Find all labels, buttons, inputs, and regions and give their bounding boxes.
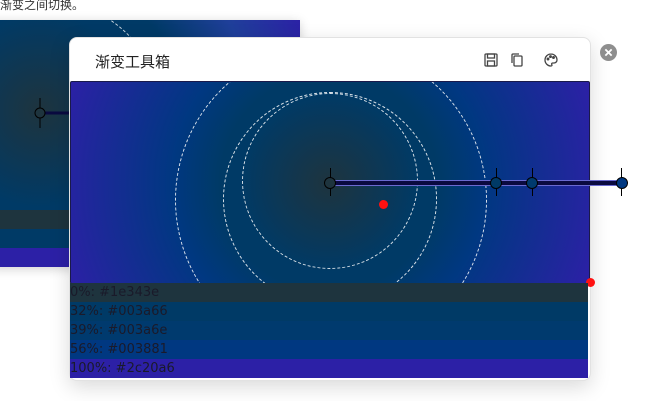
save-icon[interactable]	[482, 51, 500, 69]
stop-row[interactable]: 32%: #003a66	[70, 302, 588, 321]
screen: 渐变之间切换。 渐变工具箱 0%: #1e343e 32%: #003a66 3…	[0, 0, 664, 401]
dialog-toolbar	[482, 51, 560, 69]
stop-handle-32[interactable]	[490, 177, 502, 189]
stop-row[interactable]: 39%: #003a6e	[70, 321, 588, 340]
stop-handle-39[interactable]	[526, 177, 538, 189]
stop-row[interactable]: 100%: #2c20a6	[70, 359, 588, 378]
stop-row[interactable]: 56%: #003881	[70, 340, 588, 359]
close-icon[interactable]	[600, 44, 617, 61]
center-marker[interactable]	[379, 200, 388, 209]
stop-row[interactable]: 0%: #1e343e	[70, 283, 588, 302]
copy-icon[interactable]	[508, 51, 526, 69]
palette-icon[interactable]	[542, 51, 560, 69]
gradient-stops-list: 0%: #1e343e 32%: #003a66 39%: #003a6e 56…	[70, 283, 588, 378]
hint-text: 渐变之间切换。	[0, 0, 85, 12]
gradient-stop-track	[330, 180, 622, 186]
stop-handle-0[interactable]	[324, 177, 336, 189]
stop-handle-56[interactable]	[616, 177, 628, 189]
dialog-title: 渐变工具箱	[95, 53, 171, 71]
